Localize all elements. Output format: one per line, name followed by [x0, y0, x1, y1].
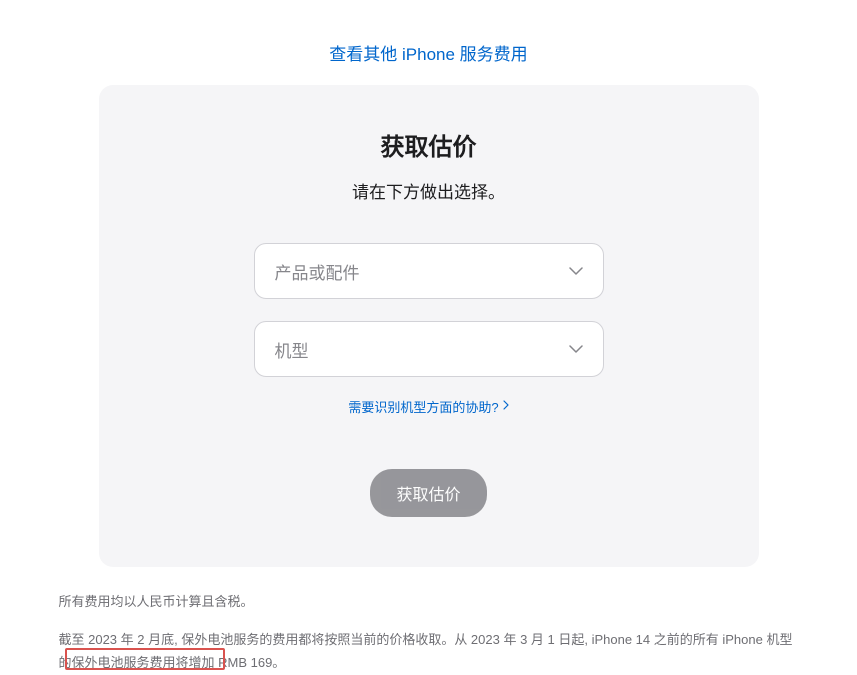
model-select[interactable]: 机型 [254, 321, 604, 377]
footer-price-text: 截至 2023 年 2 月底, 保外电池服务的费用都将按照当前的价格收取。从 2… [59, 632, 793, 670]
model-select-label: 机型 [275, 337, 309, 362]
footer: 所有费用均以人民币计算且含税。 截至 2023 年 2 月底, 保外电池服务的费… [49, 591, 809, 675]
card-subtitle: 请在下方做出选择。 [139, 178, 719, 203]
help-link[interactable]: 需要识别机型方面的协助? [348, 397, 508, 416]
estimate-card: 获取估价 请在下方做出选择。 产品或配件 机型 需要识别机型方面的协助? 获取估… [99, 85, 759, 567]
top-link[interactable]: 查看其他 iPhone 服务费用 [0, 0, 857, 85]
get-estimate-button[interactable]: 获取估价 [370, 469, 486, 517]
card-title: 获取估价 [139, 127, 719, 162]
product-select-label: 产品或配件 [275, 259, 360, 284]
select-group: 产品或配件 机型 [139, 243, 719, 377]
footer-price-note: 截至 2023 年 2 月底, 保外电池服务的费用都将按照当前的价格收取。从 2… [59, 628, 799, 675]
chevron-down-icon [569, 340, 583, 358]
chevron-right-icon [503, 400, 509, 413]
chevron-down-icon [569, 262, 583, 280]
help-link-label: 需要识别机型方面的协助? [348, 397, 498, 416]
product-select[interactable]: 产品或配件 [254, 243, 604, 299]
footer-tax-note: 所有费用均以人民币计算且含税。 [59, 591, 799, 610]
